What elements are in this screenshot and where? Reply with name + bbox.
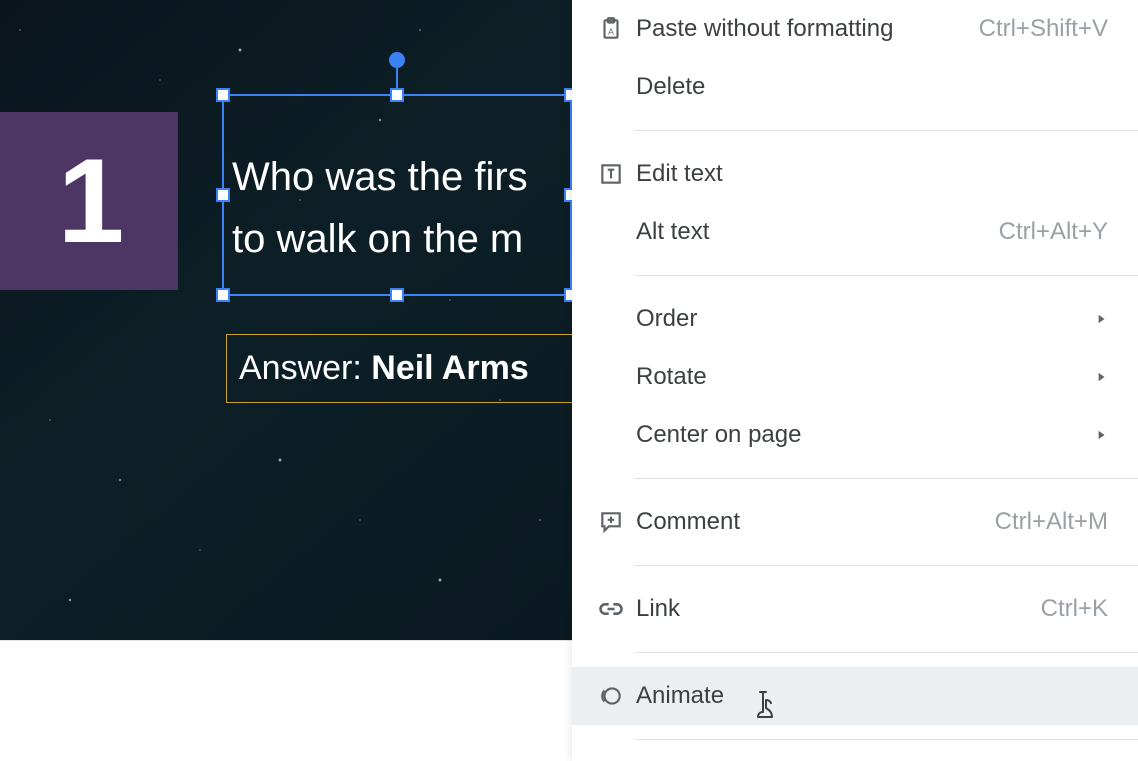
menu-label: Delete	[632, 73, 1108, 101]
menu-divider	[634, 478, 1138, 479]
question-number: 1	[58, 132, 121, 270]
menu-divider	[634, 739, 1138, 740]
animate-icon	[590, 683, 632, 709]
resize-handle-tm[interactable]	[390, 88, 404, 102]
resize-handle-ml[interactable]	[216, 188, 230, 202]
menu-divider	[634, 275, 1138, 276]
answer-textbox[interactable]: Answer: Neil Arms	[226, 334, 580, 403]
paste-nofmt-icon: A	[590, 16, 632, 42]
menu-label: Center on page	[632, 421, 1094, 449]
menu-label: Order	[632, 305, 1094, 333]
menu-label: Alt text	[632, 218, 999, 246]
edit-text-icon	[590, 161, 632, 187]
editor-bottom-area	[0, 640, 580, 761]
rotate-handle[interactable]	[389, 52, 405, 68]
menu-comment[interactable]: Comment Ctrl+Alt+M	[572, 493, 1138, 551]
menu-label: Link	[632, 595, 1041, 623]
menu-edit-text[interactable]: Edit text	[572, 145, 1138, 203]
comment-icon	[590, 509, 632, 535]
menu-order[interactable]: Order	[572, 290, 1138, 348]
rotate-line	[396, 66, 398, 90]
question-line1: Who was the firs	[232, 155, 528, 199]
menu-animate[interactable]: Animate	[572, 667, 1138, 725]
question-textbox[interactable]: Who was the firs to walk on the m	[222, 94, 572, 296]
menu-rotate[interactable]: Rotate	[572, 348, 1138, 406]
context-menu: A Paste without formatting Ctrl+Shift+V …	[572, 0, 1138, 761]
menu-shortcut: Ctrl+Alt+M	[995, 508, 1108, 536]
resize-handle-tl[interactable]	[216, 88, 230, 102]
resize-handle-bm[interactable]	[390, 288, 404, 302]
menu-link[interactable]: Link Ctrl+K	[572, 580, 1138, 638]
menu-label: Rotate	[632, 363, 1094, 391]
menu-divider	[634, 565, 1138, 566]
menu-shortcut: Ctrl+Alt+Y	[999, 218, 1108, 246]
menu-paste-without-formatting[interactable]: A Paste without formatting Ctrl+Shift+V	[572, 0, 1138, 58]
menu-center-on-page[interactable]: Center on page	[572, 406, 1138, 464]
menu-divider	[634, 130, 1138, 131]
answer-label: Answer:	[239, 349, 371, 387]
menu-shortcut: Ctrl+Shift+V	[979, 15, 1108, 43]
submenu-arrow-icon	[1094, 312, 1108, 326]
menu-delete[interactable]: Delete	[572, 58, 1138, 116]
question-line2: to walk on the m	[232, 217, 523, 261]
resize-handle-bl[interactable]	[216, 288, 230, 302]
menu-label: Animate	[632, 682, 1108, 710]
menu-alt-text[interactable]: Alt text Ctrl+Alt+Y	[572, 203, 1138, 261]
menu-label: Paste without formatting	[632, 15, 979, 43]
menu-label: Comment	[632, 508, 995, 536]
menu-shortcut: Ctrl+K	[1041, 595, 1108, 623]
slide-canvas[interactable]: 1 Who was the firs to walk on the m Answ…	[0, 0, 580, 640]
submenu-arrow-icon	[1094, 370, 1108, 384]
submenu-arrow-icon	[1094, 428, 1108, 442]
menu-label: Edit text	[632, 160, 1108, 188]
link-icon	[590, 595, 632, 623]
menu-divider	[634, 652, 1138, 653]
answer-value: Neil Arms	[371, 349, 528, 387]
question-number-box[interactable]: 1	[0, 112, 178, 290]
svg-text:A: A	[608, 26, 614, 36]
